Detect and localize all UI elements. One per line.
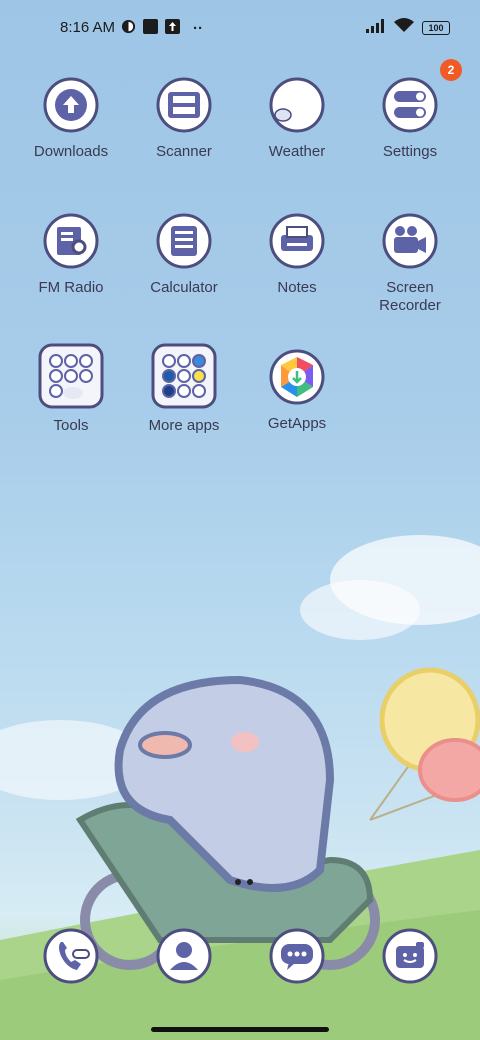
getapps-icon (269, 349, 325, 405)
app-fm-radio[interactable]: FM Radio (11, 213, 131, 297)
downloads-icon (43, 77, 99, 133)
dock-contacts[interactable] (156, 928, 212, 984)
battery-icon: 100 (422, 20, 450, 35)
app-scanner[interactable]: Scanner (124, 77, 244, 161)
app-label: Weather (268, 143, 326, 160)
camera-icon (382, 928, 438, 984)
calculator-icon (156, 213, 212, 269)
dock-messages[interactable] (269, 928, 325, 984)
contacts-icon (156, 928, 212, 984)
app-settings[interactable]: 2 Settings (350, 59, 470, 161)
wifi-icon (394, 18, 414, 37)
dock-camera[interactable] (382, 928, 438, 984)
folder-more-apps[interactable]: More apps (124, 343, 244, 435)
app-label: Scanner (156, 143, 212, 160)
app-label: Screen Recorder (379, 279, 441, 314)
notification-badge: 2 (440, 59, 462, 81)
notification-app-icon (121, 19, 136, 38)
messages-icon (269, 928, 325, 984)
app-label: FM Radio (38, 279, 104, 296)
screen-recorder-icon (382, 213, 438, 269)
app-label: Settings (382, 143, 438, 160)
settings-icon: 2 (382, 59, 462, 133)
app-calculator[interactable]: Calculator (124, 213, 244, 297)
notification-square-icon (143, 19, 158, 38)
signal-icon (366, 18, 386, 37)
app-label: Downloads (33, 143, 109, 160)
dock-phone[interactable] (43, 928, 99, 984)
app-label: Calculator (150, 279, 218, 296)
phone-icon (43, 928, 99, 984)
more-notifications-icon: ·· (193, 20, 203, 37)
app-label: GetApps (267, 415, 327, 432)
app-screen-recorder[interactable]: Screen Recorder (350, 213, 470, 315)
app-getapps[interactable]: GetApps (237, 349, 357, 433)
gesture-navigation-bar[interactable] (151, 1027, 329, 1032)
app-weather[interactable]: Weather (237, 77, 357, 161)
weather-icon (269, 77, 325, 133)
app-notes[interactable]: Notes (237, 213, 357, 297)
clock: 8:16 AM (60, 19, 116, 36)
upload-notification-icon (165, 19, 180, 38)
notes-icon (269, 213, 325, 269)
app-label: More apps (148, 417, 220, 434)
app-label: Tools (53, 417, 89, 434)
folder-icon (151, 343, 217, 409)
scanner-icon (156, 77, 212, 133)
app-downloads[interactable]: Downloads (11, 77, 131, 161)
fm-radio-icon (43, 213, 99, 269)
app-label: Notes (277, 279, 317, 296)
folder-tools[interactable]: Tools (11, 343, 131, 435)
folder-icon (38, 343, 104, 409)
status-bar: 8:16 AM ·· 100 (0, 0, 480, 56)
